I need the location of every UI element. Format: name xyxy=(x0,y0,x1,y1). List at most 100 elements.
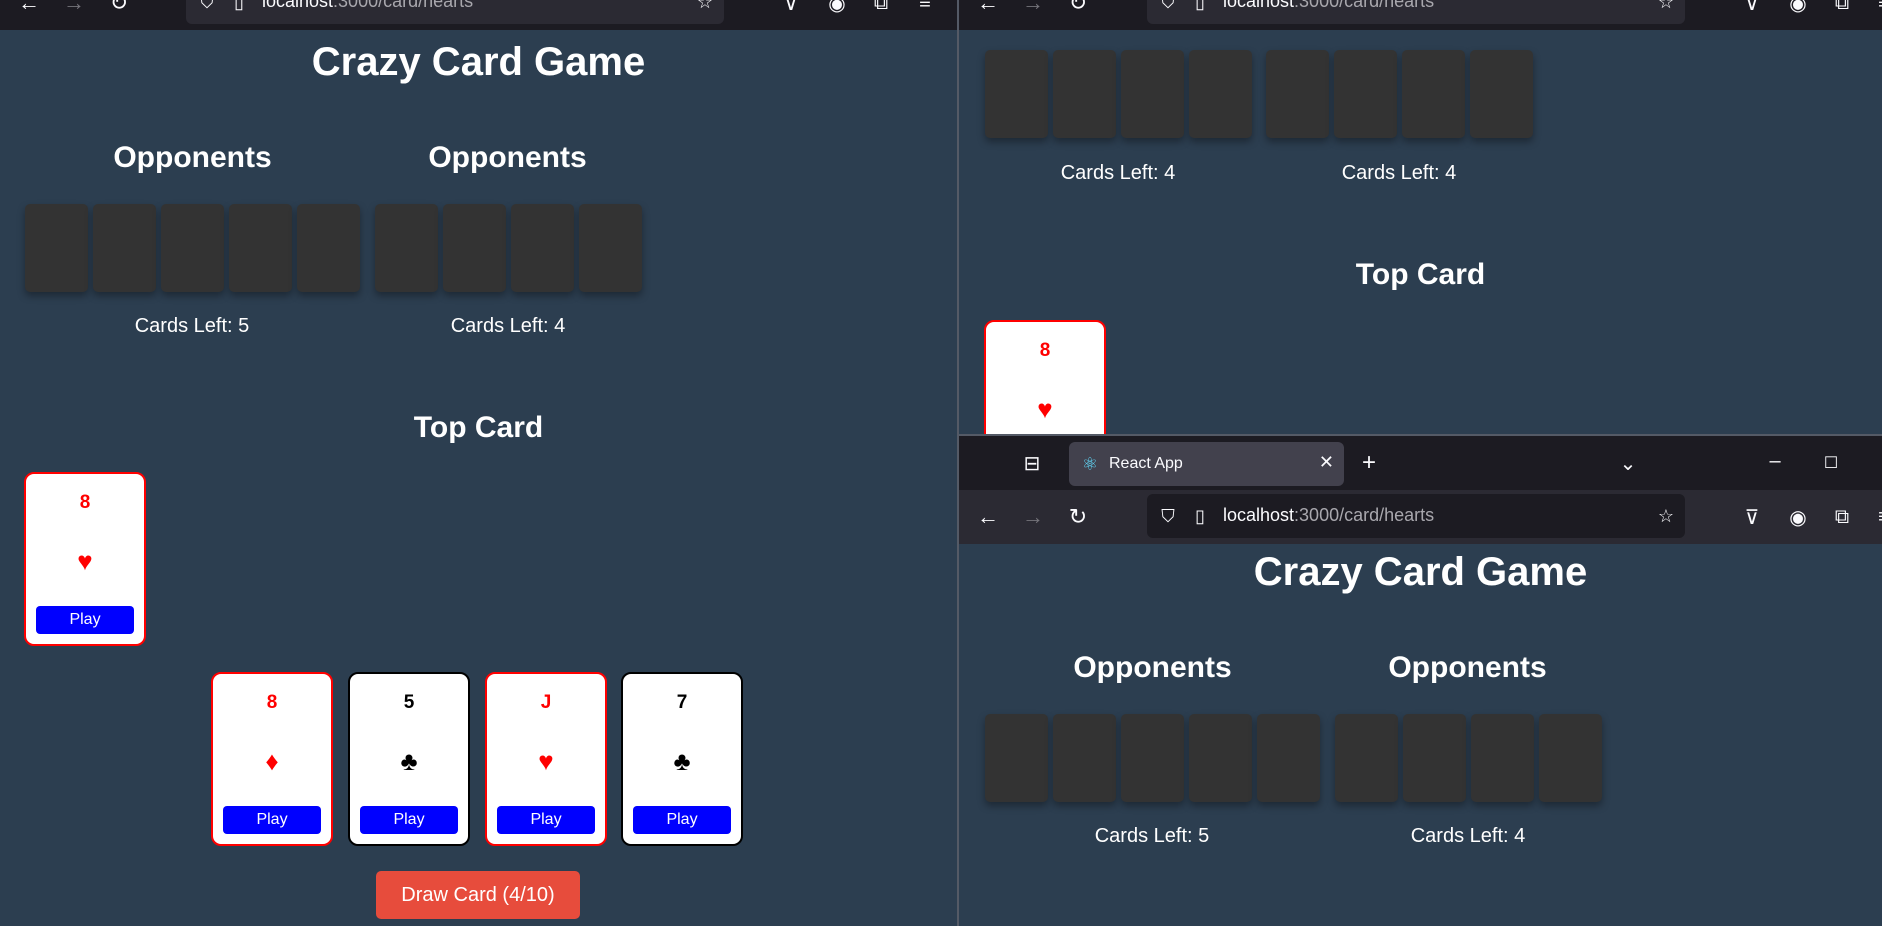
diamond-suit-icon: ♦ xyxy=(265,746,279,776)
reload-icon[interactable]: ↻ xyxy=(1063,0,1093,18)
hand-card-3[interactable]: J ♥ Play xyxy=(485,672,607,846)
card-back xyxy=(1257,714,1320,802)
new-tab-icon[interactable]: + xyxy=(1354,448,1384,478)
play-button[interactable]: Play xyxy=(633,806,731,834)
card-back xyxy=(1053,50,1116,138)
bookmark-star-icon[interactable]: ☆ xyxy=(1653,0,1679,15)
url-text[interactable]: localhost:3000/card/hearts xyxy=(262,0,473,12)
page-icon: ▯ xyxy=(1195,0,1205,12)
bottom-right-browser-window: ⊟ ⚛ React App ✕ + ⌄ – ☐ ← → ↻ ⛉ ▯ localh… xyxy=(959,436,1882,926)
card-back xyxy=(93,204,156,292)
shield-icon[interactable]: ⛉ xyxy=(1155,503,1181,529)
opponents-heading-2: Opponents xyxy=(1388,651,1547,684)
tab-overview-icon[interactable]: ⊟ xyxy=(1017,448,1047,478)
draw-card-button[interactable]: Draw Card (4/10) xyxy=(376,871,580,919)
opponent-2-cards-left: Cards Left: 4 xyxy=(450,315,566,337)
card-back xyxy=(1403,714,1466,802)
card-back xyxy=(579,204,642,292)
url-bar[interactable]: ⛉ ▯ localhost:3000/card/hearts ☆ xyxy=(186,0,724,24)
reload-icon[interactable]: ↻ xyxy=(104,0,134,18)
card-back xyxy=(375,204,438,292)
back-arrow-icon[interactable]: ← xyxy=(973,0,1003,18)
extensions-icon[interactable]: ⧉ xyxy=(1827,502,1857,532)
hand-card-2[interactable]: 5 ♣ Play xyxy=(348,672,470,846)
reload-icon[interactable]: ↻ xyxy=(1063,502,1093,532)
card-back xyxy=(1471,714,1534,802)
heart-suit-icon: ♥ xyxy=(77,546,93,576)
opponents-heading-1: Opponents xyxy=(113,141,272,174)
club-suit-icon: ♣ xyxy=(400,746,418,776)
bookmark-star-icon[interactable]: ☆ xyxy=(1653,503,1679,529)
card-back xyxy=(25,204,88,292)
top-card-heading: Top Card xyxy=(413,411,544,444)
navbar: ← → ↻ ⛉ ▯ localhost:3000/card/hearts ☆ ⊽… xyxy=(959,0,1882,30)
menu-icon[interactable]: ≡ xyxy=(1869,502,1882,532)
extensions-icon[interactable]: ⧉ xyxy=(866,0,896,18)
url-text[interactable]: localhost:3000/card/hearts xyxy=(1223,0,1434,12)
pocket-icon[interactable]: ⊽ xyxy=(1737,0,1767,18)
account-icon[interactable]: ◉ xyxy=(1783,502,1813,532)
play-button[interactable]: Play xyxy=(497,806,595,834)
card-back xyxy=(511,204,574,292)
play-button[interactable]: Play xyxy=(223,806,321,834)
card-rank: 8 xyxy=(79,492,91,513)
opponents-heading-1: Opponents xyxy=(1073,651,1232,684)
forward-arrow-icon[interactable]: → xyxy=(1018,0,1048,18)
top-right-browser-window: ← → ↻ ⛉ ▯ localhost:3000/card/hearts ☆ ⊽… xyxy=(959,0,1882,434)
opponent-1-cards-left: Cards Left: 4 xyxy=(1060,162,1176,184)
tab-strip: ⊟ ⚛ React App ✕ + ⌄ – ☐ xyxy=(959,436,1882,490)
card-back xyxy=(1189,50,1252,138)
bookmark-star-icon[interactable]: ☆ xyxy=(692,0,718,15)
card-back xyxy=(229,204,292,292)
extensions-icon[interactable]: ⧉ xyxy=(1827,0,1857,18)
account-icon[interactable]: ◉ xyxy=(1783,0,1813,18)
card-back xyxy=(1189,714,1252,802)
back-arrow-icon[interactable]: ← xyxy=(973,502,1003,532)
play-button[interactable]: Play xyxy=(36,606,134,634)
menu-icon[interactable]: ≡ xyxy=(1869,0,1882,18)
url-bar[interactable]: ⛉ ▯ localhost:3000/card/hearts ☆ xyxy=(1147,0,1685,24)
card-back xyxy=(1539,714,1602,802)
navbar: ← → ↻ ⛉ ▯ localhost:3000/card/hearts ☆ ⊽… xyxy=(0,0,957,30)
card-rank: 5 xyxy=(403,692,415,713)
card-back xyxy=(985,714,1048,802)
heart-suit-icon: ♥ xyxy=(1037,394,1053,424)
shield-icon[interactable]: ⛉ xyxy=(1155,0,1181,15)
top-card: 8 ♥ Play xyxy=(24,472,146,646)
close-tab-icon[interactable]: ✕ xyxy=(1319,452,1334,473)
pocket-icon[interactable]: ⊽ xyxy=(776,0,806,18)
tab-title: React App xyxy=(1109,455,1183,472)
card-rank: J xyxy=(540,692,552,713)
tab-react-app[interactable]: ⚛ React App ✕ xyxy=(1069,442,1344,486)
shield-icon[interactable]: ⛉ xyxy=(194,0,220,15)
url-bar[interactable]: ⛉ ▯ localhost:3000/card/hearts ☆ xyxy=(1147,494,1685,538)
card-back xyxy=(1121,714,1184,802)
card-back xyxy=(1402,50,1465,138)
game-title: Crazy Card Game xyxy=(311,40,646,84)
forward-arrow-icon[interactable]: → xyxy=(1018,502,1048,532)
card-back xyxy=(297,204,360,292)
card-rank: 8 xyxy=(266,692,278,713)
menu-icon[interactable]: ≡ xyxy=(910,0,940,18)
account-icon[interactable]: ◉ xyxy=(822,0,852,18)
page-icon: ▯ xyxy=(1195,505,1205,526)
forward-arrow-icon[interactable]: → xyxy=(59,0,89,18)
heart-suit-icon: ♥ xyxy=(538,746,554,776)
navbar: ← → ↻ ⛉ ▯ localhost:3000/card/hearts ☆ ⊽… xyxy=(959,490,1882,544)
pocket-icon[interactable]: ⊽ xyxy=(1737,502,1767,532)
card-rank: 8 xyxy=(1039,340,1051,361)
card-back xyxy=(1335,714,1398,802)
hand-card-4[interactable]: 7 ♣ Play xyxy=(621,672,743,846)
card-back xyxy=(161,204,224,292)
minimize-icon[interactable]: – xyxy=(1760,446,1790,476)
url-text[interactable]: localhost:3000/card/hearts xyxy=(1223,505,1434,526)
tab-list-icon[interactable]: ⌄ xyxy=(1613,448,1643,478)
club-suit-icon: ♣ xyxy=(673,746,691,776)
maximize-icon[interactable]: ☐ xyxy=(1816,448,1846,478)
opponent-2-cards-left: Cards Left: 4 xyxy=(1341,162,1457,184)
react-favicon-icon: ⚛ xyxy=(1081,453,1099,474)
hand-card-1[interactable]: 8 ♦ Play xyxy=(211,672,333,846)
opponent-1-cards-left: Cards Left: 5 xyxy=(134,315,250,337)
play-button[interactable]: Play xyxy=(360,806,458,834)
back-arrow-icon[interactable]: ← xyxy=(14,0,44,18)
